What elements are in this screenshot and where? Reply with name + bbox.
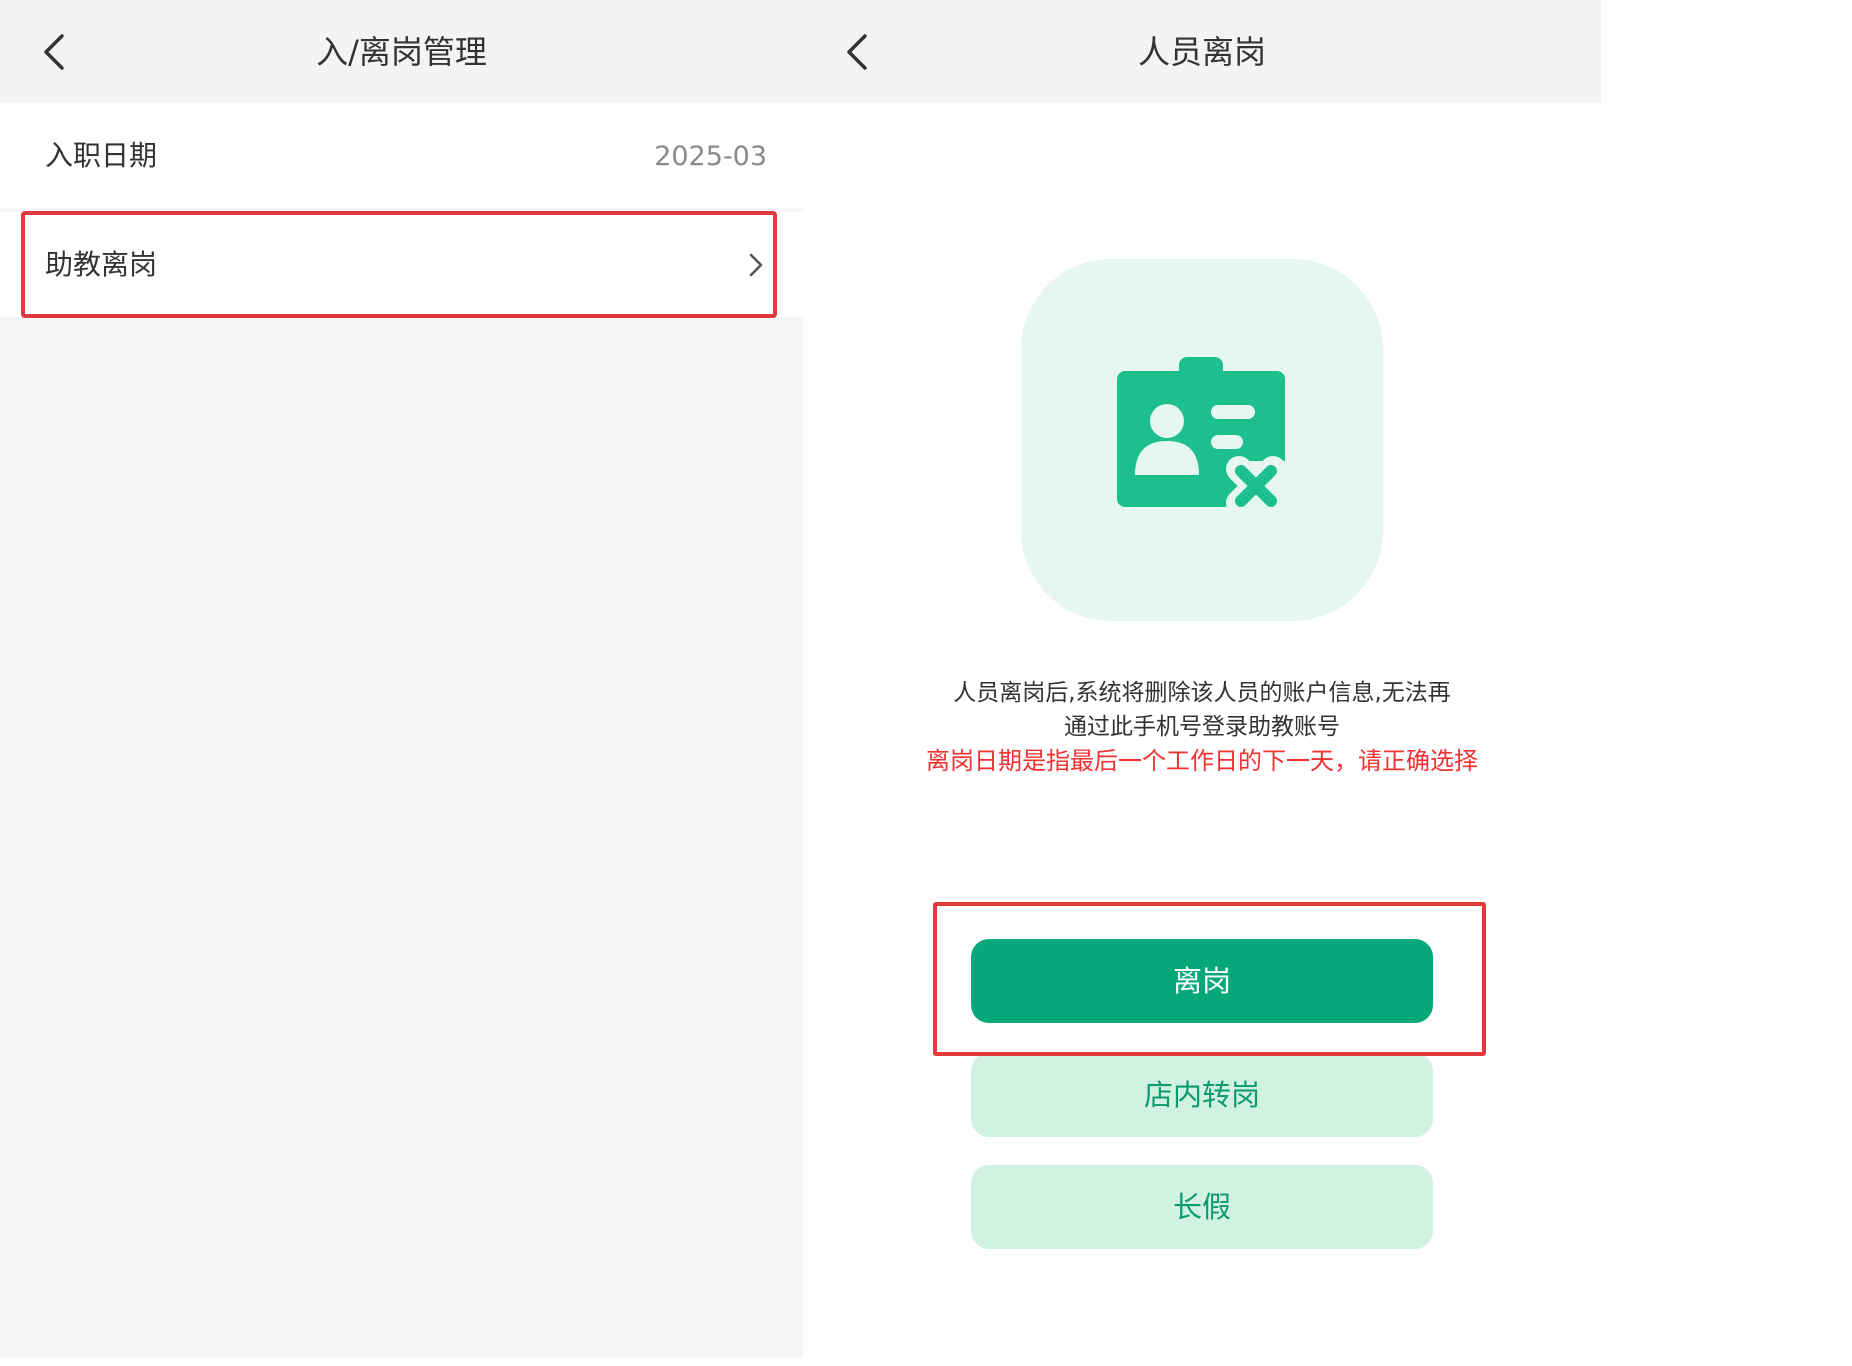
- description-line-1: 人员离岗后,系统将删除该人员的账户信息,无法再: [953, 680, 1451, 706]
- leave-date-warning: 离岗日期是指最后一个工作日的下一天，请正确选择: [926, 747, 1478, 775]
- navbar: 人员离岗: [803, 0, 1601, 103]
- chevron-right-icon: [749, 253, 763, 277]
- page-title: 人员离岗: [1137, 33, 1266, 71]
- assistant-leave-row[interactable]: 助教离岗: [0, 212, 803, 317]
- entry-exit-management-screen: 入/离岗管理 入职日期 2025-03 助教离岗: [0, 0, 803, 1358]
- page-title: 入/离岗管理: [316, 33, 487, 71]
- hire-date-row: 入职日期 2025-03: [0, 103, 803, 208]
- long-leave-button[interactable]: 长假: [971, 1165, 1433, 1249]
- description-line-2: 通过此手机号登录助教账号: [1064, 714, 1340, 740]
- illustration: [1021, 259, 1383, 621]
- staff-leave-screen: 人员离岗 人员离岗后,系统将删除该人员的账户信息,无法再 通过此手机号登录助教账…: [803, 0, 1601, 1358]
- hire-date-label: 入职日期: [45, 139, 158, 172]
- assistant-leave-label: 助教离岗: [45, 248, 158, 281]
- hire-date-value: 2025-03: [654, 141, 767, 172]
- leave-button[interactable]: 离岗: [971, 939, 1433, 1023]
- transfer-button[interactable]: 店内转岗: [971, 1053, 1433, 1137]
- navbar: 入/离岗管理: [0, 0, 803, 103]
- id-card-remove-icon: [1117, 357, 1286, 516]
